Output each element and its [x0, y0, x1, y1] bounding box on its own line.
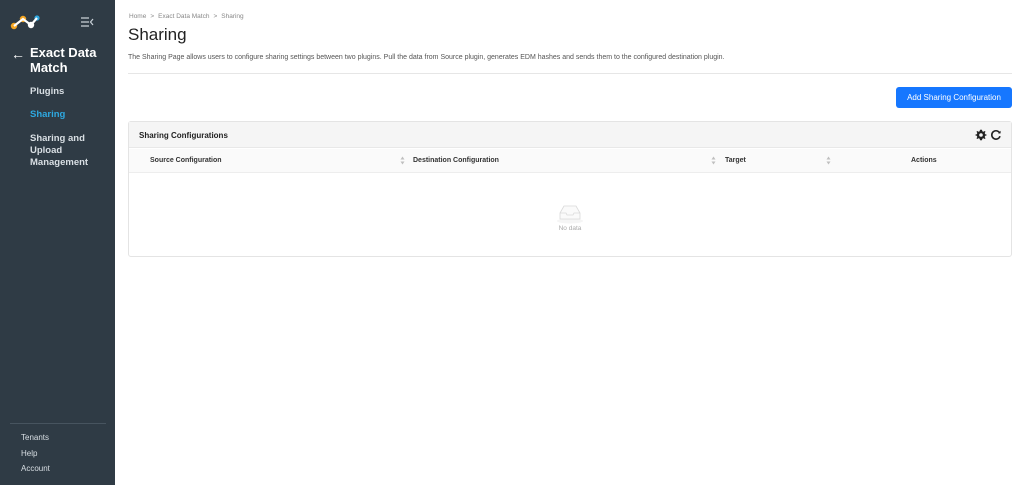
- column-header-actions: Actions: [911, 157, 937, 164]
- card-title: Sharing Configurations: [139, 131, 228, 140]
- inbox-icon: [557, 205, 583, 224]
- refresh-icon[interactable]: [990, 129, 1002, 141]
- breadcrumb-exact-data-match[interactable]: Exact Data Match: [158, 13, 209, 20]
- sidebar-item-sharing-and-upload-management[interactable]: Sharing and Upload Management: [30, 133, 112, 169]
- app-title: Exact Data Match: [30, 45, 97, 75]
- page-description: The Sharing Page allows users to configu…: [128, 54, 725, 61]
- table-header: Source Configuration Destination Configu…: [129, 149, 1011, 173]
- sidebar-item-tenants[interactable]: Tenants: [21, 433, 49, 442]
- breadcrumb: Home > Exact Data Match > Sharing: [129, 13, 244, 20]
- column-header-target[interactable]: Target: [725, 157, 746, 164]
- gear-icon[interactable]: [975, 129, 987, 141]
- breadcrumb-separator: >: [213, 13, 218, 20]
- sidebar-item-sharing[interactable]: Sharing: [30, 109, 112, 121]
- divider: [128, 73, 1012, 74]
- sidebar-divider: [10, 423, 106, 424]
- back-arrow-icon[interactable]: ←: [11, 46, 25, 62]
- breadcrumb-separator: >: [150, 13, 155, 20]
- sidebar-item-account[interactable]: Account: [21, 464, 50, 473]
- sort-icon[interactable]: [826, 156, 831, 165]
- sort-icon[interactable]: [400, 156, 405, 165]
- logo[interactable]: [10, 14, 40, 32]
- empty-state-text: No data: [558, 225, 582, 232]
- sharing-configurations-card: Sharing Configurations Source Configurat…: [128, 121, 1012, 257]
- sidebar-item-plugins[interactable]: Plugins: [30, 86, 112, 98]
- page-title: Sharing: [128, 25, 187, 44]
- column-header-destination-configuration[interactable]: Destination Configuration: [413, 157, 499, 164]
- main-content: Home > Exact Data Match > Sharing Sharing Th…: [115, 0, 1024, 485]
- breadcrumb-home[interactable]: Home: [129, 13, 146, 20]
- sidebar-item-help[interactable]: Help: [21, 449, 37, 458]
- breadcrumb-sharing: Sharing: [221, 13, 244, 20]
- menu-collapse-icon[interactable]: [80, 16, 94, 28]
- column-header-source-configuration[interactable]: Source Configuration: [150, 157, 222, 164]
- add-sharing-configuration-button[interactable]: Add Sharing Configuration: [896, 87, 1012, 108]
- card-header: Sharing Configurations: [129, 122, 1011, 148]
- sidebar: ← Exact Data Match Plugins Sharing Shari…: [0, 0, 115, 485]
- sort-icon[interactable]: [711, 156, 716, 165]
